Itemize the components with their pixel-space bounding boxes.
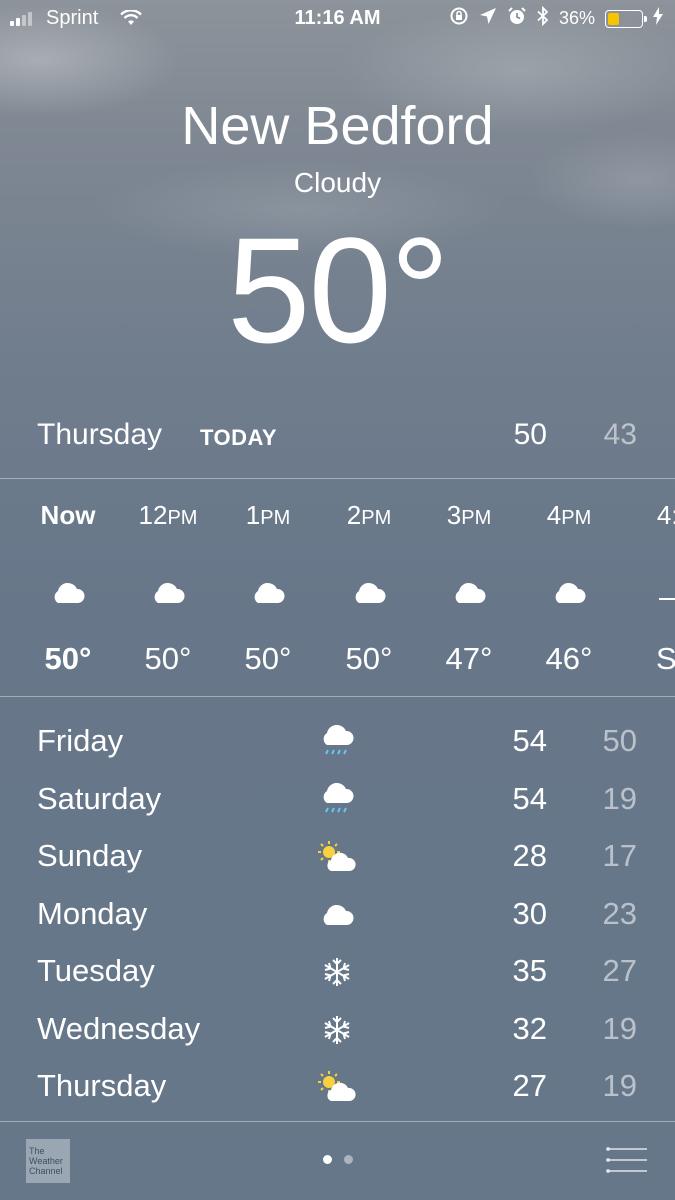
day-name: Friday: [37, 723, 124, 758]
day-low: 50: [602, 723, 637, 758]
day-low: 19: [602, 1068, 637, 1103]
day-name: Saturday: [37, 780, 162, 816]
city-name: New Bedford: [181, 96, 494, 156]
page-indicator[interactable]: [0, 1155, 675, 1164]
day-name: Monday: [37, 895, 148, 931]
list-icon: [606, 1158, 647, 1162]
daily-row: Tuesday 35 27: [37, 945, 637, 1003]
hour-temperature: 50°: [44, 641, 92, 675]
hour-temperature: 46°: [545, 641, 593, 675]
rotation-lock-icon: [449, 6, 469, 31]
day-high: 35: [512, 953, 547, 988]
today-label: TODAY: [200, 425, 278, 450]
location-arrow-icon: [479, 7, 497, 30]
day-name: Thursday: [37, 1068, 167, 1103]
hour-label: 1PM: [245, 500, 291, 530]
cloud-icon: [324, 563, 414, 623]
hourly-item: 2PM 50°: [324, 495, 414, 675]
hourly-item: 4PM 46°: [524, 495, 614, 675]
snowflake-icon: [307, 1007, 367, 1053]
snowflake-icon: [307, 949, 367, 995]
hourly-item: 4:3 Su: [630, 495, 675, 675]
current-condition: Cloudy: [293, 167, 382, 198]
divider: [0, 696, 675, 697]
day-low: 17: [602, 838, 637, 873]
day-name: Sunday: [37, 838, 143, 873]
alarm-icon: [507, 6, 527, 31]
today-summary-row: Thursday TODAY 50 43: [37, 418, 637, 458]
daily-forecast[interactable]: Friday 54 50 Saturday 54 19 Sunday 28 17…: [37, 715, 637, 1118]
today-low: 43: [603, 418, 637, 451]
rain-icon: [307, 777, 367, 823]
cloud-icon: [424, 563, 514, 623]
city-list-button[interactable]: [606, 1146, 647, 1174]
daily-row: Friday 54 50: [37, 715, 637, 773]
day-high: 54: [512, 723, 547, 758]
hour-temperature: 50°: [345, 641, 393, 675]
hour-label: Now: [40, 500, 96, 530]
daily-row: Wednesday 32 19: [37, 1003, 637, 1061]
daily-row: Monday 30 23: [37, 888, 637, 946]
hour-label: 12PM: [138, 500, 198, 530]
day-high: 30: [512, 895, 547, 931]
status-bar: Sprint 11:16 AM 36%: [0, 0, 675, 40]
hour-label: 2PM: [346, 500, 392, 530]
daily-row: Saturday 54 19: [37, 773, 637, 831]
partly-sunny-icon: [307, 834, 367, 880]
hour-temperature: Su: [656, 641, 675, 675]
cloud-icon: [23, 563, 113, 623]
hourly-forecast[interactable]: Now 50° 12PM 50° 1PM 50° 2PM 50° 3PM 47°…: [0, 495, 675, 675]
cloud-icon: [524, 563, 614, 623]
hourly-item: 12PM 50°: [123, 495, 213, 675]
hourly-item: 1PM 50°: [223, 495, 313, 675]
day-high: 32: [512, 1010, 547, 1046]
page-dot[interactable]: [343, 1155, 353, 1164]
day-name: Wednesday: [37, 1010, 201, 1046]
hourly-item: Now 50°: [23, 495, 113, 675]
today-high: 50: [513, 418, 547, 451]
bottom-toolbar: The Weather Channel: [0, 1121, 675, 1200]
cloud-icon: [307, 892, 367, 938]
hour-temperature: 50°: [144, 641, 192, 675]
daily-row: Thursday 27 19: [37, 1060, 637, 1118]
day-low: 19: [602, 780, 637, 816]
page-dot-current[interactable]: [322, 1155, 332, 1164]
daily-row: Sunday 28 17: [37, 830, 637, 888]
day-low: 23: [602, 895, 637, 931]
hour-label: 4:3: [656, 500, 675, 530]
current-temperature: 50°: [227, 206, 450, 374]
rain-icon: [307, 719, 367, 765]
hour-temperature: 50°: [244, 641, 292, 675]
sunset-icon: [630, 563, 675, 623]
partly-sunny-icon: [307, 1064, 367, 1110]
divider: [0, 478, 675, 479]
list-icon: [606, 1169, 647, 1173]
day-high: 28: [512, 838, 547, 873]
battery-icon: [605, 9, 647, 28]
day-low: 27: [602, 953, 637, 988]
charging-bolt-icon: [653, 7, 663, 30]
hour-temperature: 47°: [445, 641, 493, 675]
day-high: 54: [512, 780, 547, 816]
battery-percentage: 36%: [558, 8, 595, 28]
cloud-icon: [223, 563, 313, 623]
bluetooth-icon: [537, 5, 549, 31]
hour-label: 4PM: [546, 500, 592, 530]
cloud-icon: [123, 563, 213, 623]
list-icon: [606, 1147, 647, 1151]
day-low: 19: [602, 1010, 637, 1046]
hour-label: 3PM: [446, 500, 492, 530]
day-high: 27: [512, 1068, 547, 1103]
day-name: Tuesday: [37, 953, 155, 988]
hourly-item: 3PM 47°: [424, 495, 514, 675]
today-day-name: Thursday: [37, 418, 163, 451]
battery-fill: [608, 12, 620, 25]
